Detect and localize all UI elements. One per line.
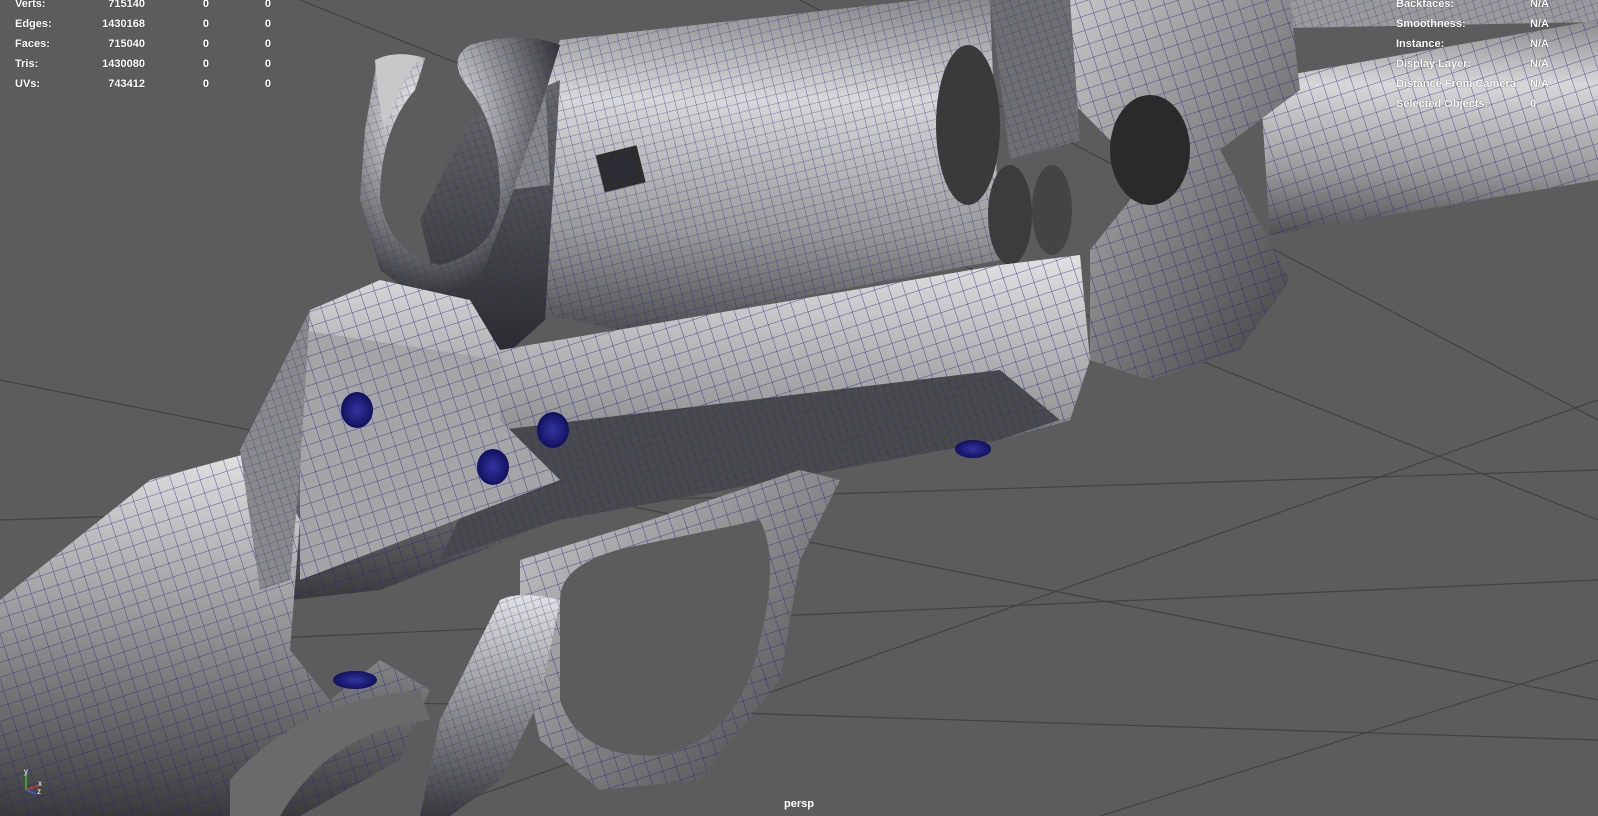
hud-value: N/A xyxy=(1530,58,1549,70)
hud-label: UVs: xyxy=(15,78,41,90)
hud-label: Instance: xyxy=(1396,38,1445,50)
hud-label: Edges: xyxy=(15,18,52,30)
hud-value: 0 xyxy=(1530,98,1537,110)
hud-value-total: 1430080 xyxy=(102,58,145,70)
hud-value: N/A xyxy=(1530,78,1549,90)
hud-label: Tris: xyxy=(15,58,39,70)
hud-row-selected-objects: Selected Objects: 0 xyxy=(1396,94,1596,114)
hud-value-component: 0 xyxy=(264,18,271,30)
hud-value-selected: 0 xyxy=(202,58,209,70)
hud-row-display-layer: Display Layer: N/A xyxy=(1396,54,1596,74)
hud-value: N/A xyxy=(1530,0,1549,10)
camera-name-label: persp xyxy=(784,798,814,810)
hud-row-faces: Faces: 715040 0 0 xyxy=(15,34,285,54)
hud-label: Verts: xyxy=(15,0,46,10)
poly-count-hud: Verts: 715140 0 0 Edges: 1430168 0 0 Fac… xyxy=(15,0,285,94)
hud-value-total: 715040 xyxy=(108,38,145,50)
hud-value: N/A xyxy=(1530,18,1549,30)
y-axis-label: y xyxy=(24,768,28,776)
screw xyxy=(955,440,991,458)
screw xyxy=(477,449,509,485)
z-axis-line xyxy=(25,789,37,795)
revolver-wireframe-model[interactable] xyxy=(0,0,1598,816)
object-details-hud: Backfaces: N/A Smoothness: N/A Instance:… xyxy=(1396,0,1596,114)
hud-row-backfaces: Backfaces: N/A xyxy=(1396,0,1596,14)
hud-label: Backfaces: xyxy=(1396,0,1455,10)
hud-label: Faces: xyxy=(15,38,50,50)
hud-value-total: 1430168 xyxy=(102,18,145,30)
hud-value-selected: 0 xyxy=(202,0,209,10)
hud-value-component: 0 xyxy=(264,78,271,90)
hud-row-smoothness: Smoothness: N/A xyxy=(1396,14,1596,34)
hud-value-component: 0 xyxy=(264,0,271,10)
hud-value-total: 743412 xyxy=(108,78,145,90)
hud-row-verts: Verts: 715140 0 0 xyxy=(15,0,285,14)
hud-row-uvs: UVs: 743412 0 0 xyxy=(15,74,285,94)
hud-row-instance: Instance: N/A xyxy=(1396,34,1596,54)
hud-value-component: 0 xyxy=(264,38,271,50)
screw xyxy=(333,671,377,689)
hud-row-distance-from-camera: Distance From Camera: N/A xyxy=(1396,74,1596,94)
axis-gizmo-icon: y x z xyxy=(24,768,42,796)
hud-value: N/A xyxy=(1530,38,1549,50)
hud-value-selected: 0 xyxy=(202,78,209,90)
hud-label: Display Layer: xyxy=(1396,58,1472,70)
hud-value-component: 0 xyxy=(264,58,271,70)
hud-row-edges: Edges: 1430168 0 0 xyxy=(15,14,285,34)
screw xyxy=(537,412,569,448)
hud-row-tris: Tris: 1430080 0 0 xyxy=(15,54,285,74)
hud-label: Selected Objects: xyxy=(1396,98,1489,110)
screw xyxy=(341,392,373,428)
hud-value-selected: 0 xyxy=(202,18,209,30)
hud-value-selected: 0 xyxy=(202,38,209,50)
hud-label: Smoothness: xyxy=(1396,18,1466,30)
perspective-viewport[interactable]: Verts: 715140 0 0 Edges: 1430168 0 0 Fac… xyxy=(0,0,1598,816)
hud-label: Distance From Camera: xyxy=(1396,78,1520,90)
hud-value-total: 715140 xyxy=(108,0,145,10)
z-axis-label: z xyxy=(37,787,41,796)
